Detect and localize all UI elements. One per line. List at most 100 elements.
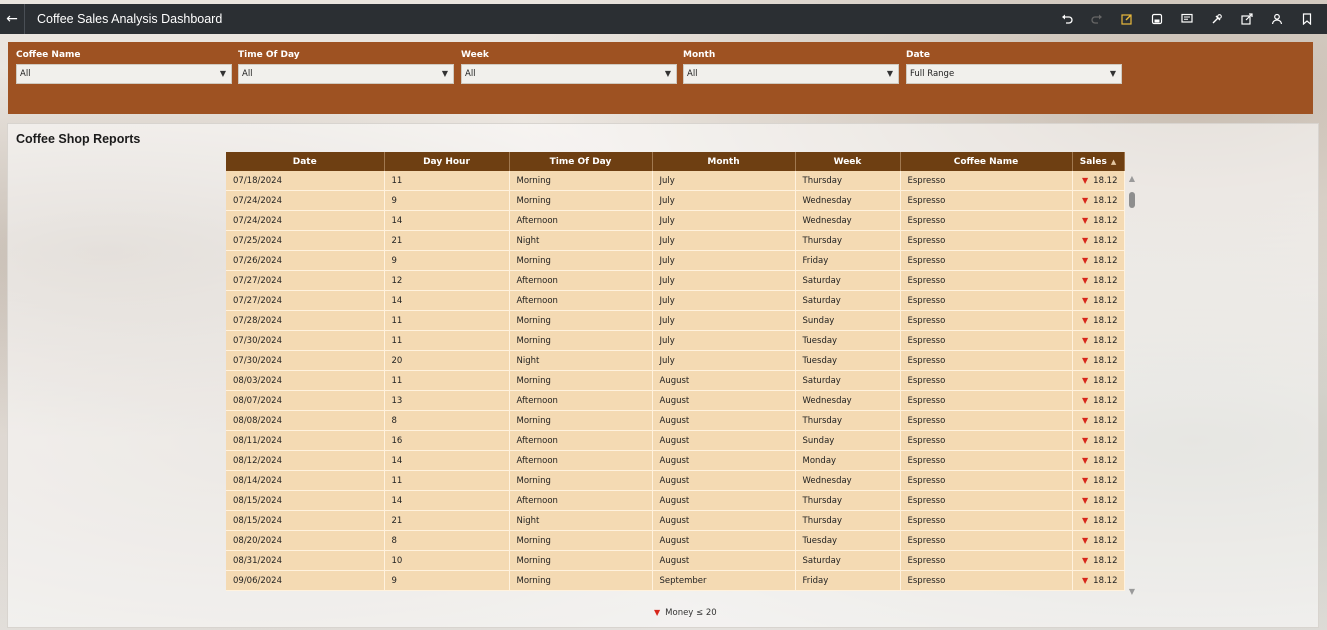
table-row[interactable]: 07/30/2024 11 Morning July Tuesday Espresso ▼ 1…: [226, 330, 1125, 351]
undo-icon[interactable]: [1059, 11, 1075, 27]
table-row[interactable]: 08/03/2024 11 Morning August Saturday Espress…: [226, 370, 1125, 391]
user-icon[interactable]: [1269, 11, 1285, 27]
sales-value: 18.12: [1093, 535, 1118, 546]
bookmark-icon[interactable]: [1299, 11, 1315, 27]
column-header-time-of-day[interactable]: Time Of Day: [509, 152, 653, 171]
table-cell: August: [652, 430, 796, 451]
table-cell: Espresso: [900, 210, 1073, 231]
table-row[interactable]: 08/08/2024 8 Morning August Thursday Espresso…: [226, 410, 1125, 431]
table-cell: 20: [384, 350, 510, 371]
table-cell: Friday: [795, 250, 901, 271]
filter-label: Month: [683, 50, 716, 60]
table-cell: Thursday: [795, 410, 901, 431]
table-cell: July: [652, 350, 796, 371]
date-select[interactable]: Full Range ▼: [906, 64, 1122, 84]
comment-icon[interactable]: [1179, 11, 1195, 27]
sales-value: 18.12: [1093, 495, 1118, 506]
select-value: Full Range: [910, 69, 955, 79]
table-cell: August: [652, 510, 796, 531]
week-select[interactable]: All ▼: [461, 64, 677, 84]
table-cell: July: [652, 210, 796, 231]
down-triangle-icon: ▼: [1082, 275, 1089, 285]
table-row[interactable]: 09/06/2024 9 Morning September Friday Espress…: [226, 570, 1125, 591]
column-header-coffee-name[interactable]: Coffee Name: [900, 152, 1073, 171]
table-cell: 9: [384, 190, 510, 211]
table-row[interactable]: 08/15/2024 21 Night August Thursday Espresso ▼…: [226, 510, 1125, 531]
table-row[interactable]: 08/20/2024 8 Morning August Tuesday Espresso ▼…: [226, 530, 1125, 551]
table-cell: 10: [384, 550, 510, 571]
table-cell: Espresso: [900, 450, 1073, 471]
table-row[interactable]: 07/27/2024 12 Afternoon July Saturday Espress…: [226, 270, 1125, 291]
dropdown-arrow-icon: ▼: [886, 69, 893, 78]
coffee-name-select[interactable]: All ▼: [16, 64, 232, 84]
table-row[interactable]: 07/27/2024 14 Afternoon July Saturday Espress…: [226, 290, 1125, 311]
month-select[interactable]: All ▼: [683, 64, 899, 84]
filter-coffee-name: Coffee Name All ▼: [16, 50, 232, 84]
table-cell: 11: [384, 330, 510, 351]
table-row[interactable]: 07/24/2024 14 Afternoon July Wednesday Espres…: [226, 210, 1125, 231]
table-row[interactable]: 07/30/2024 20 Night July Tuesday Espresso ▼ 18.…: [226, 350, 1125, 371]
scroll-up-icon[interactable]: ▲: [1127, 174, 1137, 183]
down-triangle-icon: ▼: [1082, 355, 1089, 365]
filter-date: Date Full Range ▼: [906, 50, 1122, 84]
column-header-day-hour[interactable]: Day Hour: [384, 152, 510, 171]
column-header-date[interactable]: Date: [226, 152, 385, 171]
table-cell: 07/26/2024: [226, 250, 385, 271]
table-cell: 07/30/2024: [226, 350, 385, 371]
table-cell: August: [652, 370, 796, 391]
vertical-scrollbar[interactable]: ▲ ▼: [1127, 174, 1137, 596]
table-cell: Espresso: [900, 350, 1073, 371]
table-cell: July: [652, 330, 796, 351]
table-row[interactable]: 08/11/2024 16 Afternoon August Sunday Espress…: [226, 430, 1125, 451]
sales-value: 18.12: [1093, 315, 1118, 326]
down-triangle-icon: ▼: [1082, 515, 1089, 525]
table-cell: September: [652, 570, 796, 591]
divider: [24, 4, 25, 34]
tools-icon[interactable]: [1209, 11, 1225, 27]
page-title: Coffee Sales Analysis Dashboard: [37, 12, 223, 26]
table-row[interactable]: 07/24/2024 9 Morning July Wednesday Espresso ▼…: [226, 190, 1125, 211]
column-header-sales[interactable]: Sales ▲: [1072, 152, 1125, 171]
export-icon[interactable]: [1239, 11, 1255, 27]
table-cell: 07/18/2024: [226, 171, 385, 191]
table-cell: Morning: [509, 250, 653, 271]
table-cell: August: [652, 450, 796, 471]
table-cell: Morning: [509, 530, 653, 551]
table-row[interactable]: 08/14/2024 11 Morning August Wednesday Espres…: [226, 470, 1125, 491]
sales-cell: ▼ 18.12: [1072, 370, 1125, 391]
table-cell: Night: [509, 510, 653, 531]
down-triangle-icon: ▼: [1082, 415, 1089, 425]
table-row[interactable]: 07/18/2024 11 Morning July Thursday Espresso ▼…: [226, 171, 1125, 191]
table-cell: Afternoon: [509, 390, 653, 411]
table-row[interactable]: 07/28/2024 11 Morning July Sunday Espresso ▼ 18…: [226, 310, 1125, 331]
table-cell: 21: [384, 510, 510, 531]
table-cell: August: [652, 470, 796, 491]
sales-value: 18.12: [1093, 555, 1118, 566]
down-triangle-icon: ▼: [1082, 555, 1089, 565]
time-of-day-select[interactable]: All ▼: [238, 64, 454, 84]
sales-cell: ▼ 18.12: [1072, 430, 1125, 451]
back-arrow-icon[interactable]: ←: [0, 4, 24, 34]
table-cell: 9: [384, 250, 510, 271]
filter-label: Coffee Name: [16, 50, 81, 60]
table-row[interactable]: 08/31/2024 10 Morning August Saturday Espress…: [226, 550, 1125, 571]
table-row[interactable]: 07/26/2024 9 Morning July Friday Espresso ▼ 18.…: [226, 250, 1125, 271]
scroll-down-icon[interactable]: ▼: [1127, 587, 1137, 596]
column-header-week[interactable]: Week: [795, 152, 901, 171]
table-row[interactable]: 08/12/2024 14 Afternoon August Monday Espress…: [226, 450, 1125, 471]
table-cell: 11: [384, 470, 510, 491]
save-icon[interactable]: [1149, 11, 1165, 27]
table-row[interactable]: 08/07/2024 13 Afternoon August Wednesday Espr…: [226, 390, 1125, 411]
edit-icon[interactable]: [1119, 11, 1135, 27]
table-cell: Night: [509, 230, 653, 251]
redo-icon[interactable]: [1089, 11, 1105, 27]
down-triangle-icon: ▼: [1082, 195, 1089, 205]
table-cell: 08/15/2024: [226, 490, 385, 511]
table-row[interactable]: 07/25/2024 21 Night July Thursday Espresso ▼ 18…: [226, 230, 1125, 251]
scroll-thumb[interactable]: [1129, 192, 1135, 208]
sort-ascending-icon[interactable]: ▲: [1111, 158, 1116, 166]
table-row[interactable]: 08/15/2024 14 Afternoon August Thursday Espre…: [226, 490, 1125, 511]
down-triangle-icon: ▼: [1082, 215, 1089, 225]
table-cell: Morning: [509, 330, 653, 351]
column-header-month[interactable]: Month: [652, 152, 796, 171]
